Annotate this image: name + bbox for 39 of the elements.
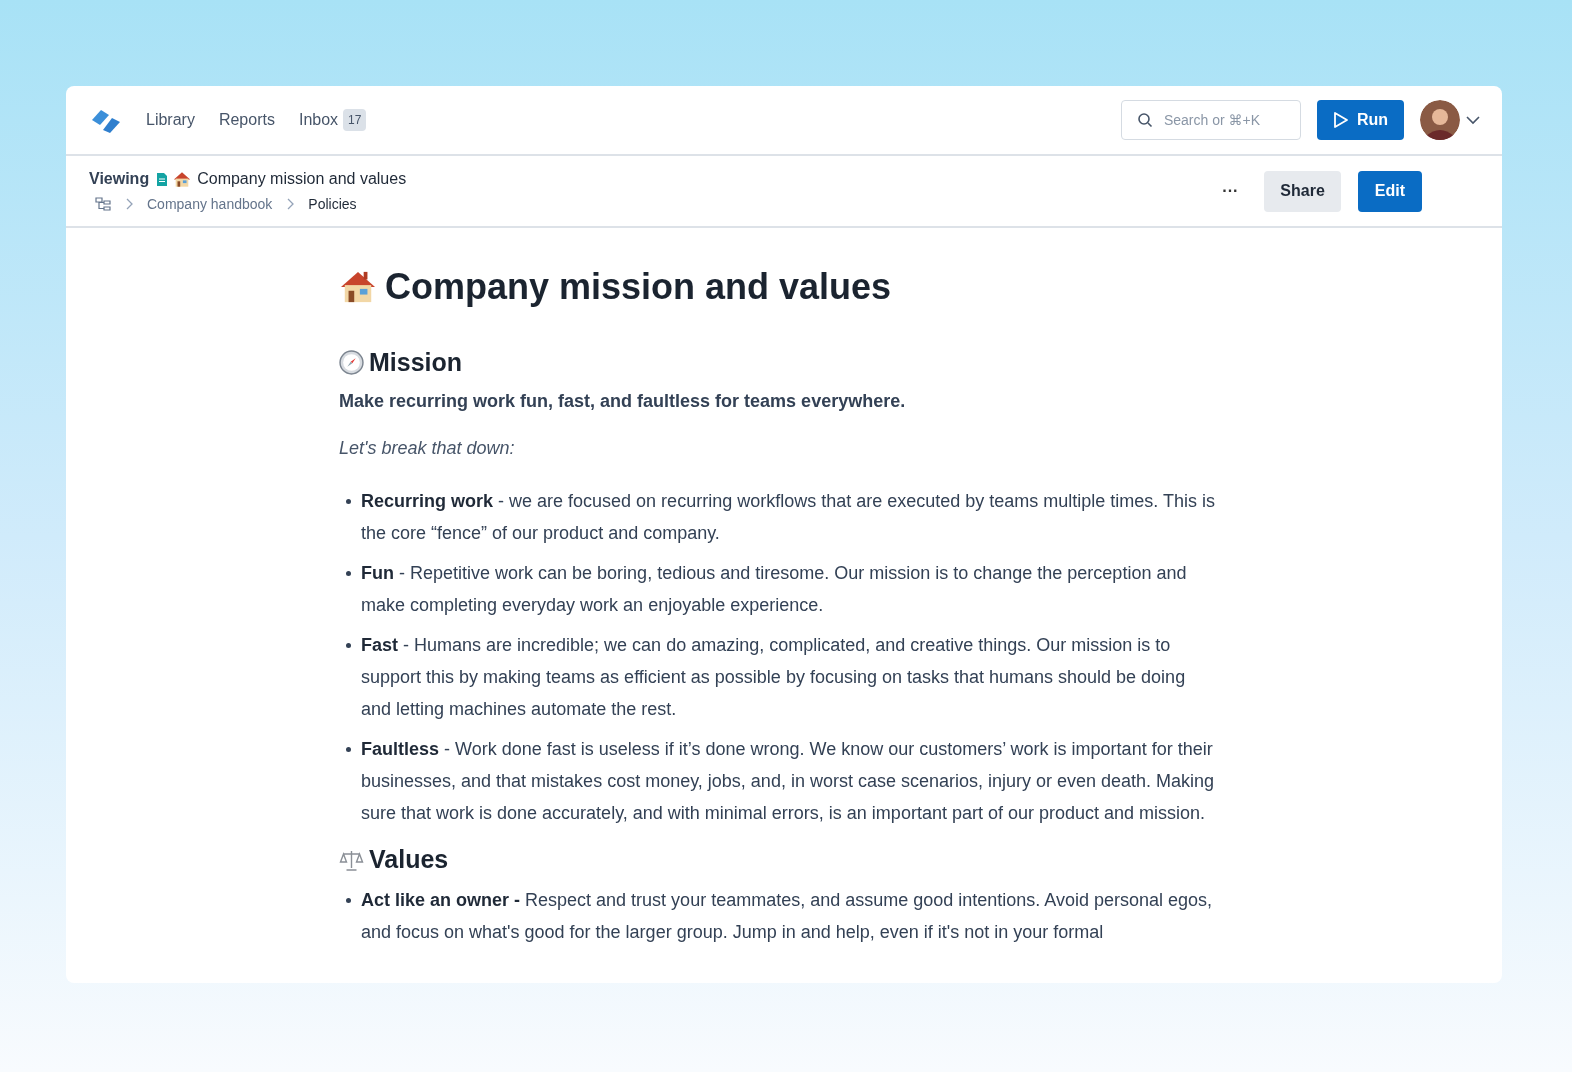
bullet-icon (346, 898, 351, 903)
house-icon (173, 170, 192, 188)
breadcrumb-link[interactable]: Company handbook (147, 196, 273, 212)
viewing-label: Viewing (89, 170, 150, 188)
document-title: Company mission and values (197, 170, 407, 188)
chevron-down-icon[interactable] (1466, 115, 1480, 125)
bullet-text: Act like an owner - Respect and trust your teammates, and assume good intentions. Avoid personal egos, and focus on what's good for the larger group. Jump in and help, even if it's not in your formal (361, 889, 1214, 944)
avatar[interactable] (1420, 100, 1460, 140)
nav-link[interactable]: Inbox 17 (298, 109, 367, 131)
edit-button[interactable]: Edit (1357, 170, 1422, 212)
play-icon (1332, 111, 1349, 129)
bullet-text: Faultless - Work done fast is useless if it’s done wrong. We know our customers’ work is important for their businesses, and that mistakes cost money, jobs, and, in worst case scenarios, injury or even death. Making sure that work is done accurately, and with minimal errors, is an important part of our product and mission. (361, 738, 1216, 825)
nav-link[interactable]: Reports (218, 109, 275, 131)
house-icon (339, 270, 377, 304)
bullet-icon (346, 747, 351, 752)
bullet-text: Fun - Repetitive work can be boring, tedious and tiresome. Our mission is to change the perception and make completing everyday work an enjoyable experience. (361, 562, 1188, 617)
share-button[interactable]: Share (1264, 170, 1341, 212)
mission-statement: Make recurring work fun, fast, and faultless for teams everywhere. (339, 391, 907, 412)
intro-text: Let's break that down: (339, 438, 516, 459)
section-heading: Values (369, 845, 449, 874)
bullet-icon (346, 499, 351, 504)
more-button[interactable]: ··· (1216, 178, 1245, 204)
bullet-text: Fast - Humans are incredible; we can do amazing, complicated, and creative things. Our mission is to support this by making teams as efficient as possible by focusing on tasks that humans should be doing and letting machines automate the rest. (361, 634, 1187, 721)
bullet-icon (346, 643, 351, 648)
hierarchy-icon[interactable] (95, 197, 111, 211)
search-field[interactable]: Search or ⌘+K (1120, 100, 1301, 140)
page-title: Company mission and values (385, 266, 892, 308)
breadcrumb-link[interactable]: Policies (308, 196, 357, 212)
compass-icon (339, 350, 364, 375)
chevron-right-icon (286, 198, 295, 210)
bullet-icon (346, 571, 351, 576)
nav-link[interactable]: Library (146, 109, 195, 131)
document-icon (157, 172, 168, 186)
section-heading: Mission (369, 348, 463, 377)
count-badge: 17 (343, 109, 367, 131)
search-icon (1136, 112, 1153, 128)
run-button[interactable]: Run (1316, 100, 1404, 140)
bullet-text: Recurring work - we are focused on recurring workflows that are executed by teams multiple times. This is the core “fence” of our product and company. (361, 490, 1216, 545)
chevron-right-icon (125, 198, 133, 210)
